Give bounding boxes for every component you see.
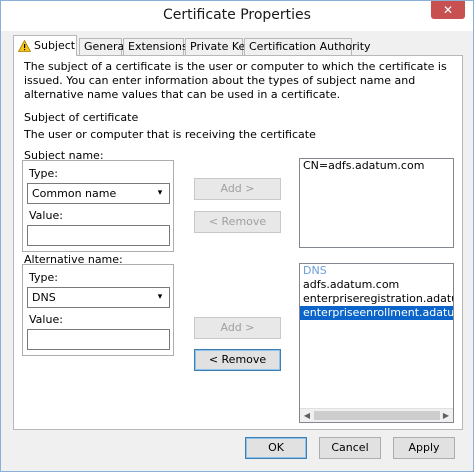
section-description: The user or computer that is receiving t… xyxy=(24,128,316,141)
subject-value-input[interactable] xyxy=(27,225,170,246)
close-button[interactable]: ✕ xyxy=(431,1,465,19)
subject-tab-panel: The subject of a certificate is the user… xyxy=(13,55,463,430)
warning-icon xyxy=(18,40,31,52)
apply-button[interactable]: Apply xyxy=(393,437,455,459)
list-group-header: DNS xyxy=(303,264,327,277)
subject-description: The subject of a certificate is the user… xyxy=(24,60,447,101)
certificate-properties-window: Certificate Properties ✕ Subject General… xyxy=(0,0,474,472)
alt-add-button[interactable]: Add > xyxy=(194,317,281,339)
subject-name-group: Type: Common name ▾ Value: xyxy=(22,160,174,252)
tab-label: Subject xyxy=(34,39,76,52)
section-title: Subject of certificate xyxy=(24,111,139,124)
tab-extensions[interactable]: Extensions xyxy=(123,38,188,55)
title-bar[interactable]: Certificate Properties ✕ xyxy=(1,1,473,31)
tab-strip: Subject General Extensions Private Key C… xyxy=(13,35,463,56)
scroll-thumb[interactable] xyxy=(314,411,440,420)
chevron-down-icon: ▾ xyxy=(157,292,163,302)
subject-type-select[interactable]: Common name ▾ xyxy=(27,183,170,204)
alt-remove-button[interactable]: < Remove xyxy=(194,349,281,371)
tab-label: Extensions xyxy=(128,40,188,53)
scroll-left-icon[interactable]: ◀ xyxy=(300,409,314,422)
tab-label: Certification Authority xyxy=(249,40,371,53)
tab-certification-authority[interactable]: Certification Authority xyxy=(244,38,371,55)
chevron-down-icon: ▾ xyxy=(157,188,163,198)
tab-private-key[interactable]: Private Key xyxy=(185,38,252,55)
tab-label: General xyxy=(84,40,128,53)
list-item[interactable]: adfs.adatum.com xyxy=(300,278,453,292)
scroll-right-icon[interactable]: ▶ xyxy=(439,409,453,422)
alt-value-label: Value: xyxy=(29,313,63,326)
subject-name-list[interactable]: CN=adfs.adatum.com xyxy=(299,158,454,248)
horizontal-scrollbar[interactable]: ◀ ▶ xyxy=(300,408,453,422)
alt-type-label: Type: xyxy=(29,271,58,284)
list-item[interactable]: enterpriseregistration.adatum.c xyxy=(300,292,453,306)
alt-type-select[interactable]: DNS ▾ xyxy=(27,287,170,308)
alternative-name-group: Type: DNS ▾ Value: xyxy=(22,264,174,356)
subject-type-value: Common name xyxy=(32,187,117,200)
tab-subject[interactable]: Subject xyxy=(13,35,77,56)
tab-label: Private Key xyxy=(190,40,252,53)
subject-remove-button[interactable]: < Remove xyxy=(194,211,281,233)
list-item[interactable]: CN=adfs.adatum.com xyxy=(300,159,453,173)
alt-type-value: DNS xyxy=(32,291,56,304)
alternative-name-list[interactable]: DNS adfs.adatum.com enterpriseregistrati… xyxy=(299,263,454,423)
window-title: Certificate Properties xyxy=(163,7,311,23)
alt-value-input[interactable] xyxy=(27,329,170,350)
ok-button[interactable]: OK xyxy=(245,437,307,459)
list-item-selected[interactable]: enterpriseenrollment.adatum.c xyxy=(300,306,453,320)
subject-type-label: Type: xyxy=(29,167,58,180)
cancel-button[interactable]: Cancel xyxy=(319,437,381,459)
tab-general[interactable]: General xyxy=(79,38,127,55)
subject-value-label: Value: xyxy=(29,209,63,222)
subject-add-button[interactable]: Add > xyxy=(194,178,281,200)
